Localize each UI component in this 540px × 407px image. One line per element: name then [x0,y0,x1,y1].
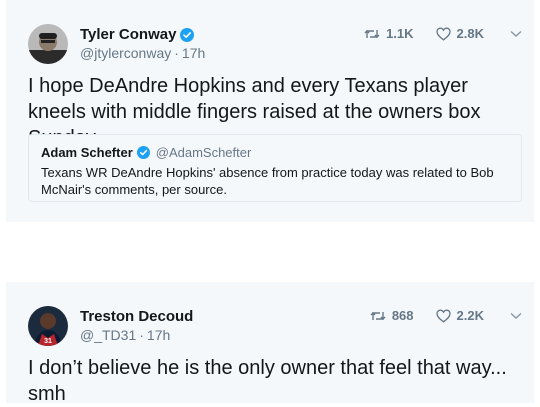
quoted-display-name: Adam Schefter [41,145,133,160]
verified-badge-icon [136,145,151,160]
quoted-author-row: Adam Schefter @AdamSchefter [41,145,509,160]
verified-badge-icon [180,27,195,42]
avatar[interactable] [28,24,68,64]
retweet-count: 1.1K [386,26,414,41]
svg-text:31: 31 [44,338,52,345]
tweet-actions: 868 2.2K [370,308,522,323]
handle[interactable]: @jtylerconway [80,45,171,61]
timestamp[interactable]: 17h [182,45,205,61]
chevron-down-icon[interactable] [510,312,522,320]
quoted-handle: @AdamSchefter [155,145,252,160]
retweet-button[interactable]: 868 [370,308,414,323]
heart-icon [435,309,451,323]
handle[interactable]: @_TD31 [80,327,136,343]
retweet-button[interactable]: 1.1K [364,26,414,41]
chevron-down-icon[interactable] [510,30,522,38]
author-row: Tyler Conway [80,26,195,43]
quoted-tweet[interactable]: Adam Schefter @AdamSchefter Texans WR De… [28,134,522,202]
like-count: 2.2K [456,308,484,323]
handle-row: @_TD31 · 17h [80,327,170,343]
display-name[interactable]: Tyler Conway [80,26,176,43]
tweet-card[interactable]: 31 Treston Decoud @_TD31 · 17h 868 2.2K I [6,282,534,405]
like-button[interactable]: 2.8K [435,26,484,41]
retweet-icon [364,29,380,38]
timestamp[interactable]: 17h [147,327,170,343]
tweet-actions: 1.1K 2.8K [364,26,522,41]
display-name[interactable]: Treston Decoud [80,308,193,325]
like-button[interactable]: 2.2K [435,308,484,323]
handle-row: @jtylerconway · 17h [80,45,205,61]
separator-dot: · [139,327,144,343]
retweet-icon [370,311,386,320]
quoted-text: Texans WR DeAndre Hopkins' absence from … [41,165,494,197]
tweet-card[interactable]: Tyler Conway @jtylerconway · 17h 1.1K 2.8K [6,0,534,222]
tweet-text: I don’t believe he is the only owner tha… [28,357,507,405]
heart-icon [435,27,451,41]
like-count: 2.8K [456,26,484,41]
author-row: Treston Decoud [80,308,193,325]
avatar[interactable]: 31 [28,306,68,346]
retweet-count: 868 [391,308,414,323]
separator-dot: · [174,45,179,61]
